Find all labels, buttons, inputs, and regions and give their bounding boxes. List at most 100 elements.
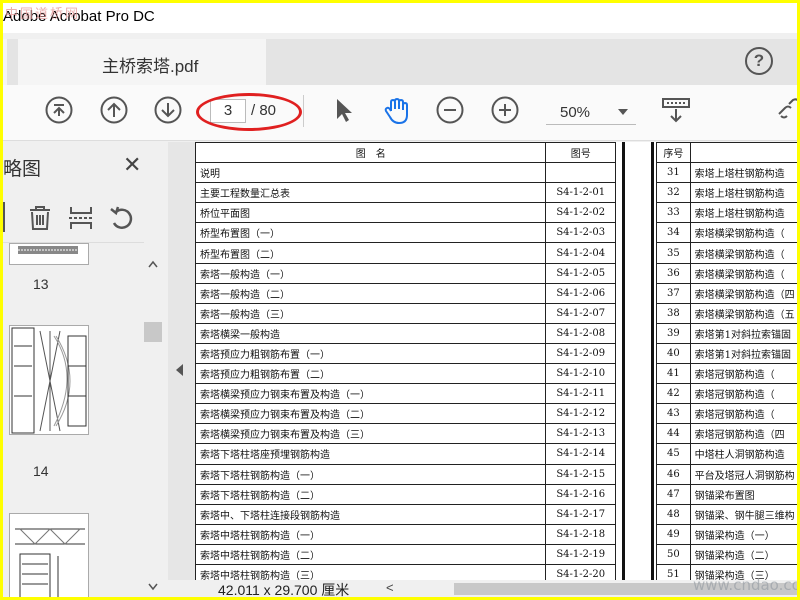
table-row: 索塔下塔柱钢筋构造（二） S4-1-2-16 — [195, 483, 616, 505]
zoom-dropdown[interactable]: 50% — [546, 99, 636, 125]
toolbar-separator — [303, 95, 304, 127]
drawing-number-cell: S4-1-2-09 — [545, 342, 616, 365]
drawing-name-cell: 索塔横梁钢筋构造（五 — [689, 302, 797, 324]
rotate-icon — [110, 206, 133, 230]
drawing-number-cell: S4-1-2-02 — [545, 202, 616, 224]
panel-title: 略图 — [3, 159, 42, 180]
table-row: 桥位平面图 S4-1-2-02 — [195, 202, 616, 224]
page-thumbnail-15[interactable] — [9, 513, 89, 597]
drawing-name-cell: 桥位平面图 — [195, 202, 547, 224]
drawing-name-cell: 桥型布置图（二） — [195, 242, 547, 264]
tool-divider — [3, 202, 5, 232]
collapse-panel-icon[interactable] — [176, 364, 183, 376]
first-page-icon — [45, 96, 73, 124]
thumbnail-drawing — [18, 246, 78, 254]
table-row: 34 索塔横梁钢筋构造（ — [656, 222, 797, 244]
drawing-name-cell: 索塔一般构造（一） — [195, 262, 547, 284]
next-page-button[interactable] — [154, 96, 182, 124]
table-row: 31 索塔上塔柱钢筋构造 — [656, 162, 797, 184]
table-row: 索塔一般构造（三） S4-1-2-07 — [195, 302, 616, 324]
delete-page-button[interactable] — [26, 204, 54, 237]
scrollbar-thumb[interactable] — [144, 322, 162, 342]
drawing-number-cell: S4-1-2-14 — [545, 443, 616, 465]
table-row: 索塔下塔柱钢筋构造（一） S4-1-2-15 — [195, 463, 616, 485]
table-row: 索塔预应力粗钢筋布置（一） S4-1-2-09 — [195, 342, 616, 365]
drawing-number-cell: S4-1-2-12 — [545, 403, 616, 425]
drawing-name-cell: 索塔中塔柱钢筋构造（一） — [195, 523, 547, 545]
plus-icon — [491, 96, 519, 124]
drawing-name-cell: 平台及塔冠人洞钢筋构 — [689, 463, 797, 485]
title-bar: Adobe Acrobat Pro DC — [3, 3, 797, 33]
help-button[interactable]: ? — [745, 47, 773, 75]
drawing-seq-cell: 51 — [656, 563, 691, 580]
hand-tool-button[interactable] — [382, 96, 410, 124]
drawing-seq-cell: 45 — [656, 443, 691, 465]
drawing-seq-cell: 38 — [656, 302, 691, 324]
thumbnail-list: 13 14 — [3, 242, 158, 597]
minus-icon — [436, 96, 464, 124]
scroll-down-icon[interactable] — [148, 583, 158, 593]
table-row: 46 平台及塔冠人洞钢筋构 — [656, 463, 797, 485]
page-thumbnail-12[interactable] — [9, 243, 89, 265]
drawing-seq-cell: 49 — [656, 523, 691, 545]
link-button[interactable] — [775, 96, 797, 124]
drawing-name-cell: 索塔横梁钢筋构造（四 — [689, 282, 797, 304]
table-border — [622, 142, 625, 580]
table-row: 37 索塔横梁钢筋构造（四 — [656, 282, 797, 304]
drawing-name-cell: 索塔下塔柱钢筋构造（一） — [195, 463, 547, 485]
drawing-number-cell: S4-1-2-10 — [545, 363, 616, 385]
scroll-up-icon[interactable] — [148, 260, 158, 270]
drawing-name-cell: 索塔中、下塔柱连接段钢筋构造 — [195, 503, 547, 525]
table-row: 主要工程数量汇总表 S4-1-2-01 — [195, 182, 616, 204]
hand-icon — [384, 98, 408, 124]
zoom-in-button[interactable] — [491, 96, 519, 124]
thumbnail-drawing — [11, 327, 87, 434]
drawing-index-table-2: 序号 31 索塔上塔柱钢筋构造 32 索塔上塔柱钢筋构造 33 索塔上塔柱钢筋构造 34 索塔… — [656, 142, 797, 580]
header-name-2 — [689, 142, 797, 164]
table-row: 41 索塔冠钢筋构造（ — [656, 363, 797, 385]
scroll-left-button[interactable]: < — [386, 580, 394, 595]
drawing-seq-cell: 48 — [656, 503, 691, 525]
drawing-number-cell: S4-1-2-11 — [545, 383, 616, 405]
close-panel-button[interactable]: ✕ — [123, 152, 141, 178]
table-row: 42 索塔冠钢筋构造（ — [656, 383, 797, 405]
header-number: 图号 — [545, 142, 616, 164]
acrobat-window: Adobe Acrobat Pro DC 中国道桥网 主桥索塔.pdf ? 3 … — [3, 3, 797, 597]
drawing-name-cell: 桥型布置图（一） — [195, 222, 547, 244]
drawing-name-cell: 索塔一般构造（三） — [195, 302, 547, 324]
table-row: 47 钢锚梁布置图 — [656, 483, 797, 505]
table-row: 49 钢锚梁构造（一） — [656, 523, 797, 545]
thumbnail-scrollbar[interactable] — [144, 242, 162, 597]
drawing-name-cell: 说明 — [195, 162, 547, 184]
table-row: 36 索塔横梁钢筋构造（ — [656, 262, 797, 284]
document-tab-label: 主桥索塔.pdf — [102, 57, 199, 76]
select-tool-button[interactable] — [330, 96, 358, 124]
drawing-name-cell: 索塔冠钢筋构造（ — [689, 403, 797, 425]
header-seq: 序号 — [656, 142, 691, 164]
drawing-name-cell: 索塔上塔柱钢筋构造 — [689, 202, 797, 224]
drawing-seq-cell: 43 — [656, 403, 691, 425]
table-row: 索塔下塔柱塔座预埋钢筋构造 S4-1-2-14 — [195, 443, 616, 465]
page-thumbnail-14[interactable] — [9, 325, 89, 435]
drawing-seq-cell: 35 — [656, 242, 691, 264]
drawing-seq-cell: 32 — [656, 182, 691, 204]
drawing-name-cell: 索塔上塔柱钢筋构造 — [689, 162, 797, 184]
first-page-button[interactable] — [45, 96, 73, 124]
document-tab[interactable]: 主桥索塔.pdf — [18, 39, 266, 85]
drawing-number-cell — [545, 162, 616, 184]
drawing-number-cell: S4-1-2-19 — [545, 543, 616, 565]
scroll-mode-button[interactable] — [661, 96, 690, 124]
drawing-name-cell: 索塔第1对斜拉索锚固 — [689, 342, 797, 365]
zoom-out-button[interactable] — [436, 96, 464, 124]
trash-icon — [30, 206, 50, 230]
table-row: 桥型布置图（二） S4-1-2-04 — [195, 242, 616, 264]
tab-home-stub[interactable] — [3, 39, 7, 85]
thumbnail-label: 13 — [33, 276, 49, 292]
drawing-number-cell: S4-1-2-06 — [545, 282, 616, 304]
previous-page-button[interactable] — [100, 96, 128, 124]
rotate-page-button[interactable] — [108, 204, 136, 237]
drawing-name-cell: 索塔上塔柱钢筋构造 — [689, 182, 797, 204]
drawing-seq-cell: 47 — [656, 483, 691, 505]
drawing-seq-cell: 41 — [656, 363, 691, 385]
insert-page-button[interactable] — [67, 204, 95, 237]
